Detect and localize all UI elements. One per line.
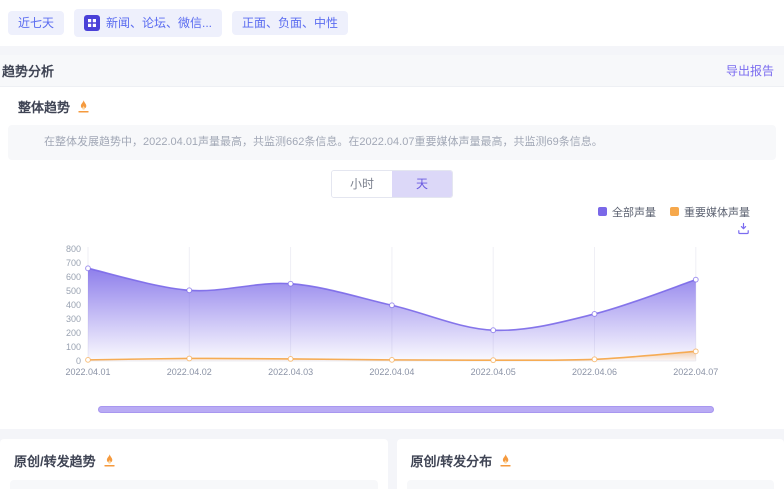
legend-swatch [670,207,679,216]
original-repost-distribution-title: 原创/转发分布 [411,451,493,470]
svg-text:400: 400 [66,300,81,310]
svg-text:2022.04.06: 2022.04.06 [572,367,617,377]
granularity-day-button[interactable]: 天 [392,171,452,197]
svg-text:200: 200 [66,328,81,338]
svg-text:100: 100 [66,342,81,352]
svg-text:300: 300 [66,314,81,324]
original-repost-distribution-card: 原创/转发分布 监测信息总量3294条信息，其中原创声量占比66.45%，共计2… [397,439,784,489]
hot-flame-icon [498,453,513,468]
legend-item-media-volume[interactable]: 重要媒体声量 [670,204,750,220]
original-repost-distribution-summary: 监测信息总量3294条信息，其中原创声量占比66.45%，共计2189条信息；转… [407,480,775,489]
filter-chip-label: 近七天 [18,17,54,29]
filter-chip-sentiment[interactable]: 正面、负面、中性 [232,11,348,35]
svg-text:2022.04.01: 2022.04.01 [65,367,110,377]
granularity-toggle: 小时 天 [331,170,453,198]
svg-text:2022.04.02: 2022.04.02 [167,367,212,377]
svg-text:800: 800 [66,244,81,254]
filter-chip-label: 新闻、论坛、微信... [106,17,212,29]
legend-label: 重要媒体声量 [684,204,750,220]
svg-text:600: 600 [66,272,81,282]
original-repost-trend-summary: 原创/转发趋势中原创声量在2022.04.01最高，共监测510条信息；转发声量… [10,480,378,489]
chart-legend: 全部声量 重要媒体声量 [8,204,750,220]
section-header: 趋势分析 导出报告 [0,55,784,87]
original-repost-trend-title: 原创/转发趋势 [14,451,96,470]
overall-trend-summary: 在整体发展趋势中，2022.04.01声量最高，共监测662条信息。在2022.… [8,125,776,160]
legend-item-all-volume[interactable]: 全部声量 [598,204,656,220]
legend-label: 全部声量 [612,204,656,220]
filter-toolbar: 近七天 新闻、论坛、微信... 正面、负面、中性 [0,0,784,46]
filter-chip-date-range[interactable]: 近七天 [8,11,64,35]
hot-flame-icon [76,99,91,114]
svg-text:2022.04.03: 2022.04.03 [268,367,313,377]
trend-chart-container: 0 100 200 300 400 500 600 700 800 2022.04.01 2022.… [8,235,776,390]
granularity-hour-button[interactable]: 小时 [332,171,392,197]
filter-chip-sources[interactable]: 新闻、论坛、微信... [74,9,222,37]
svg-text:0: 0 [76,356,81,366]
svg-text:500: 500 [66,286,81,296]
svg-text:2022.04.04: 2022.04.04 [369,367,414,377]
export-report-link[interactable]: 导出报告 [726,62,774,79]
original-repost-trend-card: 原创/转发趋势 原创/转发趋势中原创声量在2022.04.01最高，共监测510… [0,439,388,489]
datazoom-slider-thumb[interactable] [98,406,714,413]
datazoom-slider[interactable] [98,406,714,413]
overall-trend-title: 整体趋势 [18,97,70,116]
overall-trend-card: 整体趋势 在整体发展趋势中，2022.04.01声量最高，共监测662条信息。在… [0,87,784,429]
svg-text:2022.04.05: 2022.04.05 [471,367,516,377]
legend-swatch [598,207,607,216]
filter-chip-label: 正面、负面、中性 [242,17,338,29]
hot-flame-icon [102,453,117,468]
chart-download-icon[interactable] [737,222,750,235]
page-title: 趋势分析 [2,61,54,80]
channel-icon [84,15,100,31]
svg-text:700: 700 [66,258,81,268]
trend-chart[interactable]: 0 100 200 300 400 500 600 700 800 2022.04.01 2022.… [8,235,776,385]
bottom-cards-row: 原创/转发趋势 原创/转发趋势中原创声量在2022.04.01最高，共监测510… [0,439,784,489]
svg-text:2022.04.07: 2022.04.07 [673,367,718,377]
